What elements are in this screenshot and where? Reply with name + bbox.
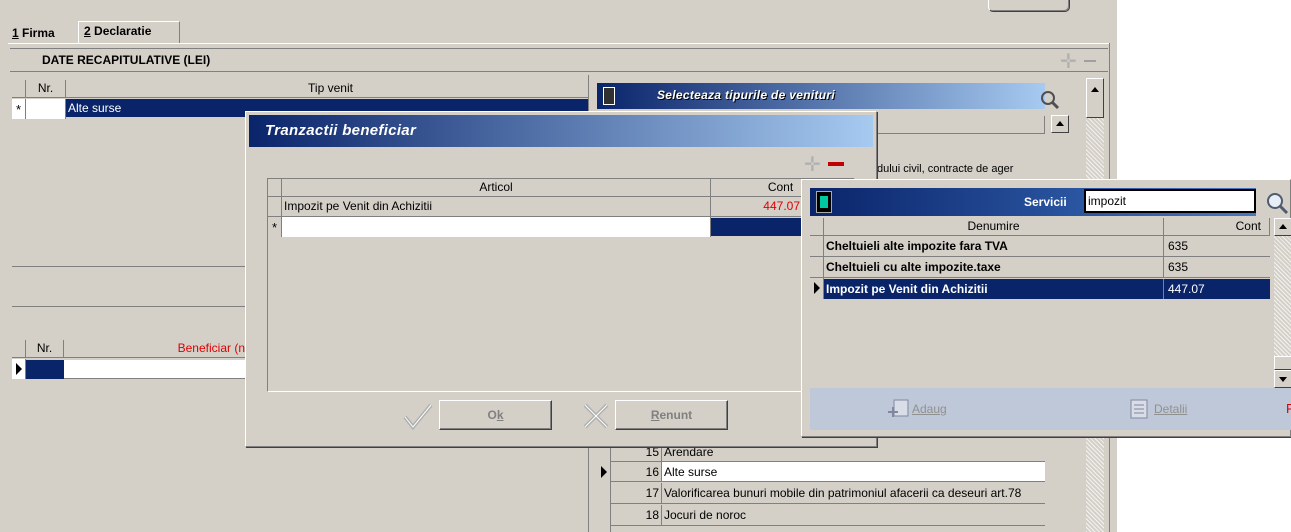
servicii-row-1-denumire[interactable]: Cheltuieli alte impozite fara TVA (824, 236, 1164, 257)
tipuri-list: 15 Arendare 16 Alte surse 17 Valorificar… (597, 443, 1045, 532)
beneficiar-row-nr[interactable] (26, 360, 64, 379)
section-title: DATE RECAPITULATIVE (LEI) (42, 53, 211, 67)
servicii-search-icon[interactable] (1264, 190, 1290, 216)
main-scroll-up[interactable] (1086, 78, 1104, 118)
tipuri-scroll-up[interactable] (1051, 115, 1069, 133)
venit-row-nr[interactable] (26, 99, 66, 119)
add-document-icon (888, 399, 909, 417)
ok-check-icon (401, 401, 437, 431)
tipuri-header-fragment: t (869, 116, 1045, 134)
venit-col-nr[interactable]: Nr. (26, 80, 66, 98)
tranzactii-row-indicator (268, 197, 282, 217)
ok-button[interactable]: Ok (439, 400, 552, 430)
tab-firma-label: Firma (18, 26, 55, 40)
tab-declaratie-hotkey: 2 (84, 24, 91, 38)
adaug-label: Adaug (912, 402, 947, 416)
tipuri-row-fragment: dului civil, contracte de ager (877, 163, 1014, 175)
tranzactii-row-articol[interactable]: Impozit pe Venit din Achizitii (282, 197, 711, 217)
servicii-row-3-denumire[interactable]: Impozit pe Venit din Achizitii (824, 279, 1164, 299)
details-document-icon (1130, 399, 1148, 419)
tipuri-row-18-nr[interactable]: 18 (611, 505, 661, 526)
tranzactii-remove-icon[interactable] (828, 162, 844, 166)
renunt-button[interactable]: Renunt (615, 400, 728, 430)
row-pointer-icon (814, 282, 820, 294)
beneficiar-grid-corner (12, 340, 26, 358)
beneficiar-row-name[interactable] (64, 360, 246, 379)
tranzactii-add-icon[interactable]: ✛ (804, 152, 821, 177)
tranzactii-grid-corner (268, 179, 282, 197)
door-icon (603, 87, 615, 105)
row-pointer-icon (16, 363, 22, 375)
cancel-x-icon (579, 401, 613, 431)
servicii-scroll-up[interactable] (1274, 218, 1291, 236)
tipuri-row-18-label[interactable]: Jocuri de noroc (661, 505, 1045, 526)
venit-new-row-marker: * (12, 99, 26, 119)
beneficiar-col-nr[interactable]: Nr. (26, 340, 64, 358)
detalii-button[interactable]: Detalii (1128, 396, 1218, 422)
servicii-scroll-thumb[interactable] (1274, 356, 1291, 370)
servicii-popup: Servicii Denumire Cont Cheltuieli alte i… (801, 179, 1291, 437)
servicii-row-2-indicator (810, 257, 824, 278)
row-pointer-icon (601, 466, 607, 478)
servicii-titlebar: Servicii (810, 188, 1256, 216)
tab-strip-line (8, 43, 1110, 44)
tranzactii-grid: Articol Cont Impozit pe Venit din Achizi… (267, 178, 855, 392)
tranzactii-title: Tranzactii beneficiar (265, 122, 417, 139)
tranzactii-col-articol[interactable]: Articol (282, 179, 711, 197)
servicii-col-denumire[interactable]: Denumire (824, 218, 1164, 236)
tranzactii-new-row-cont[interactable] (711, 218, 806, 236)
tipuri-list-indicator-col (597, 443, 611, 532)
beneficiar-row-indicator (12, 359, 26, 379)
section-remove-icon[interactable] (1084, 60, 1096, 62)
detalii-label: Detalii (1154, 402, 1188, 416)
servicii-toolbar: Adaug Detalii R (810, 388, 1291, 430)
tipuri-search-icon[interactable] (1039, 89, 1061, 111)
servicii-grid-corner (810, 218, 824, 236)
tranzactii-new-row-marker: * (268, 217, 282, 237)
adaug-button[interactable]: Adaug (886, 396, 976, 422)
tab-declaratie[interactable]: 2 Declaratie (78, 21, 180, 44)
top-right-button[interactable] (988, 0, 1070, 12)
tipuri-panel-titlebar: Selecteaza tipurile de venituri (597, 83, 1045, 109)
tab-firma-hotkey: 1 (12, 26, 19, 40)
tranzactii-row-cont[interactable]: 447.07 (711, 197, 806, 217)
tipuri-panel-title: Selecteaza tipurile de venituri (657, 88, 836, 102)
tipuri-current-row-pointer (597, 462, 611, 482)
ok-button-label: Ok (487, 408, 504, 422)
renunt-button-label: Renunt (650, 408, 693, 422)
servicii-row-3-indicator (810, 278, 824, 299)
servicii-row-2-denumire[interactable]: Cheltuieli cu alte impozite.taxe (824, 257, 1164, 278)
servicii-row-1-indicator (810, 236, 824, 257)
servicii-row-2-cont[interactable]: 635 (1164, 257, 1270, 278)
servicii-scroll-track[interactable] (1274, 236, 1291, 356)
servicii-search-input[interactable] (1084, 189, 1256, 213)
tranzactii-titlebar: Tranzactii beneficiar (249, 115, 873, 147)
servicii-scroll-down[interactable] (1274, 370, 1291, 388)
tipuri-row-17-nr[interactable]: 17 (611, 483, 661, 504)
tipuri-row-16-label[interactable]: Alte surse (661, 462, 1045, 482)
beneficiar-col-name[interactable]: Beneficiar (n (64, 340, 246, 358)
section-header: DATE RECAPITULATIVE (LEI) ✛ (10, 48, 1108, 74)
toolbar-trailing-letter: R (1286, 401, 1291, 416)
venit-grid-corner (12, 80, 26, 98)
tranzactii-new-row-articol[interactable] (282, 217, 711, 237)
servicii-grid: Denumire Cont Cheltuieli alte impozite f… (810, 218, 1278, 386)
servicii-row-1-cont[interactable]: 635 (1164, 236, 1270, 257)
servicii-row-3-cont[interactable]: 447.07 (1164, 279, 1270, 299)
servicii-label: Servicii (1024, 195, 1067, 209)
tab-declaratie-label: Declaratie (90, 24, 152, 38)
door-icon (816, 191, 832, 213)
venit-col-tip[interactable]: Tip venit (66, 80, 596, 98)
tipuri-row-17-label[interactable]: Valorificarea bunuri mobile din patrimon… (661, 483, 1045, 504)
tranzactii-dialog: Tranzactii beneficiar ✛ Articol Cont Imp… (245, 111, 877, 447)
tipuri-row-16-nr[interactable]: 16 (611, 462, 661, 482)
section-add-icon[interactable]: ✛ (1060, 49, 1077, 74)
tab-firma[interactable]: 1 Firma (8, 25, 78, 42)
servicii-col-cont[interactable]: Cont (1164, 218, 1270, 236)
